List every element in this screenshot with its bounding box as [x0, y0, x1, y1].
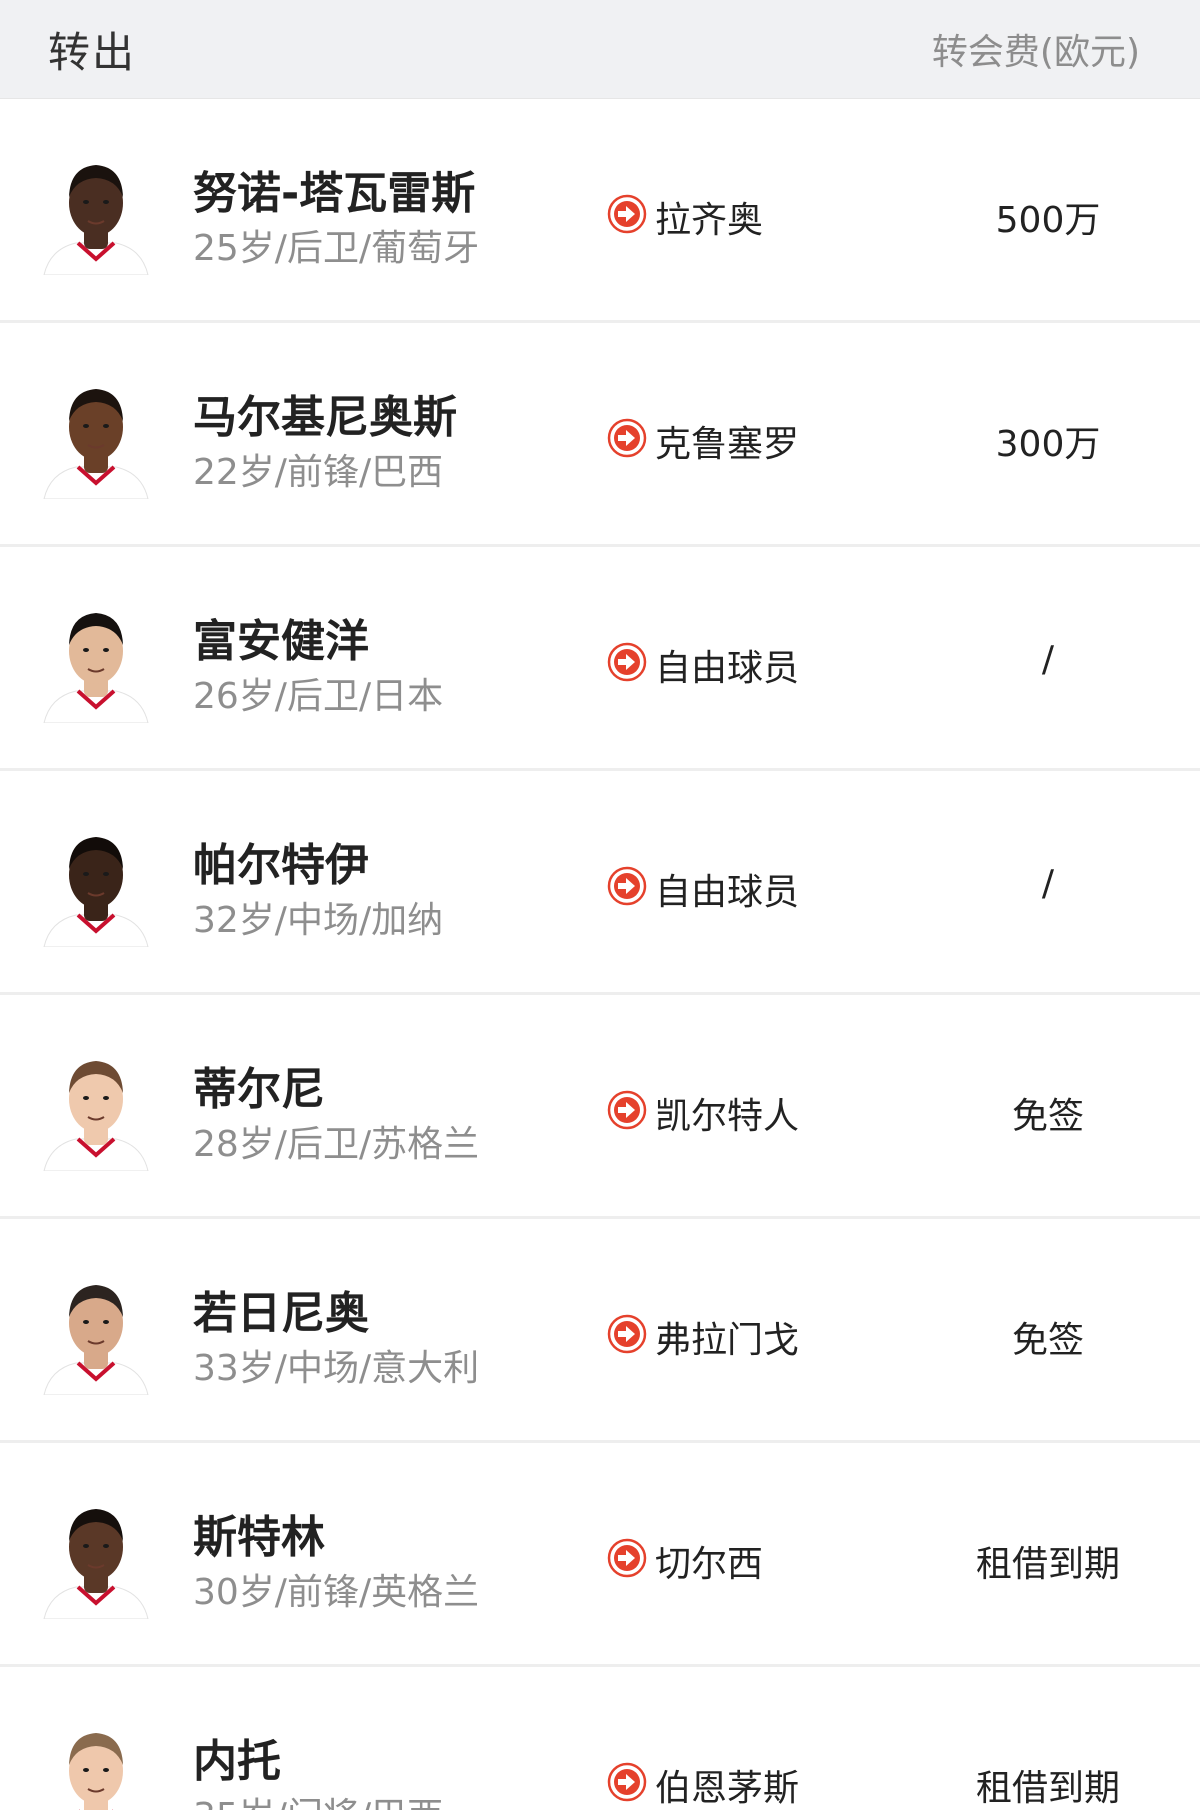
transfer-fee: 免签: [1011, 1096, 1084, 1137]
destination-club: 切尔西: [655, 1544, 764, 1585]
arrow-right-circle-icon: [607, 1090, 647, 1130]
player-row[interactable]: 内托35岁/门将/巴西 伯恩茅斯 租借到期: [0, 1667, 1200, 1810]
player-name: 若日尼奥: [193, 1288, 369, 1339]
player-avatar: [40, 1265, 152, 1395]
transfer-fee: /: [1041, 639, 1055, 680]
transfer-out-page: 转出 转会费(欧元) 努诺-塔瓦雷斯 25岁/后卫/葡萄牙 拉齐奥 500万马尔基尼奥…: [0, 0, 1200, 1810]
player-name: 富安健洋: [193, 616, 369, 667]
arrow-right-circle-icon: [607, 418, 647, 458]
arrow-right-circle-icon: [607, 194, 647, 234]
arrow-right-circle-icon: [607, 1314, 647, 1354]
player-avatar: [40, 145, 152, 275]
player-info: 30岁/前锋/英格兰: [193, 1572, 480, 1613]
player-avatar: [40, 1713, 152, 1810]
header-fee-label: 转会费(欧元): [931, 32, 1140, 73]
player-name: 马尔基尼奥斯: [193, 392, 457, 443]
player-avatar: [40, 369, 152, 499]
transfer-fee: 300万: [995, 424, 1101, 465]
player-info: 25岁/后卫/葡萄牙: [193, 228, 480, 269]
player-row[interactable]: 蒂尔尼 28岁/后卫/苏格兰 凯尔特人 免签: [0, 995, 1200, 1219]
arrow-right-circle-icon: [607, 1538, 647, 1578]
player-name: 蒂尔尼: [193, 1064, 325, 1115]
player-info: 28岁/后卫/苏格兰: [193, 1124, 480, 1165]
destination-club: 克鲁塞罗: [655, 424, 800, 465]
player-info: 22岁/前锋/巴西: [193, 452, 444, 493]
player-name: 斯特林: [193, 1512, 325, 1563]
transfer-fee: 租借到期: [975, 1544, 1120, 1585]
player-row[interactable]: 马尔基尼奥斯 22岁/前锋/巴西 克鲁塞罗 300万: [0, 323, 1200, 547]
transfer-fee: 500万: [995, 200, 1101, 241]
player-avatar: [40, 1489, 152, 1619]
player-name: 努诺-塔瓦雷斯: [193, 168, 476, 219]
player-info: 35岁/门将/巴西: [193, 1787, 443, 1810]
transfer-fee: 免签: [1011, 1320, 1084, 1361]
destination-club: 凯尔特人: [655, 1096, 800, 1137]
table-header: 转出 转会费(欧元): [0, 0, 1200, 99]
player-name: 内托: [193, 1736, 281, 1787]
player-avatar: [40, 593, 152, 723]
player-avatar: [40, 1041, 152, 1171]
arrow-right-circle-icon: [607, 642, 647, 682]
player-row[interactable]: 若日尼奥 33岁/中场/意大利 弗拉门戈 免签: [0, 1219, 1200, 1443]
player-row[interactable]: 努诺-塔瓦雷斯 25岁/后卫/葡萄牙 拉齐奥 500万: [0, 99, 1200, 323]
transfer-fee: /: [1041, 863, 1055, 904]
destination-club: 弗拉门戈: [655, 1320, 800, 1361]
destination-club: 拉齐奥: [655, 200, 764, 241]
player-name: 帕尔特伊: [193, 840, 369, 891]
player-row[interactable]: 斯特林 30岁/前锋/英格兰 切尔西 租借到期: [0, 1443, 1200, 1667]
destination-club: 自由球员: [655, 872, 800, 913]
destination-club: 自由球员: [655, 648, 800, 689]
header-title: 转出: [48, 27, 137, 77]
arrow-right-circle-icon: [607, 1762, 647, 1802]
destination-club: 伯恩茅斯: [655, 1768, 800, 1809]
player-row[interactable]: 富安健洋 26岁/后卫/日本 自由球员 /: [0, 547, 1200, 771]
player-avatar: [40, 817, 152, 947]
arrow-right-circle-icon: [607, 866, 647, 906]
player-info: 26岁/后卫/日本: [193, 676, 444, 717]
player-list: 努诺-塔瓦雷斯 25岁/后卫/葡萄牙 拉齐奥 500万马尔基尼奥斯 22岁/前锋/巴西 克…: [0, 99, 1200, 1810]
player-info: 33岁/中场/意大利: [193, 1348, 480, 1389]
player-info: 32岁/中场/加纳: [193, 900, 444, 941]
player-row[interactable]: 帕尔特伊 32岁/中场/加纳 自由球员 /: [0, 771, 1200, 995]
transfer-fee: 租借到期: [975, 1768, 1120, 1809]
